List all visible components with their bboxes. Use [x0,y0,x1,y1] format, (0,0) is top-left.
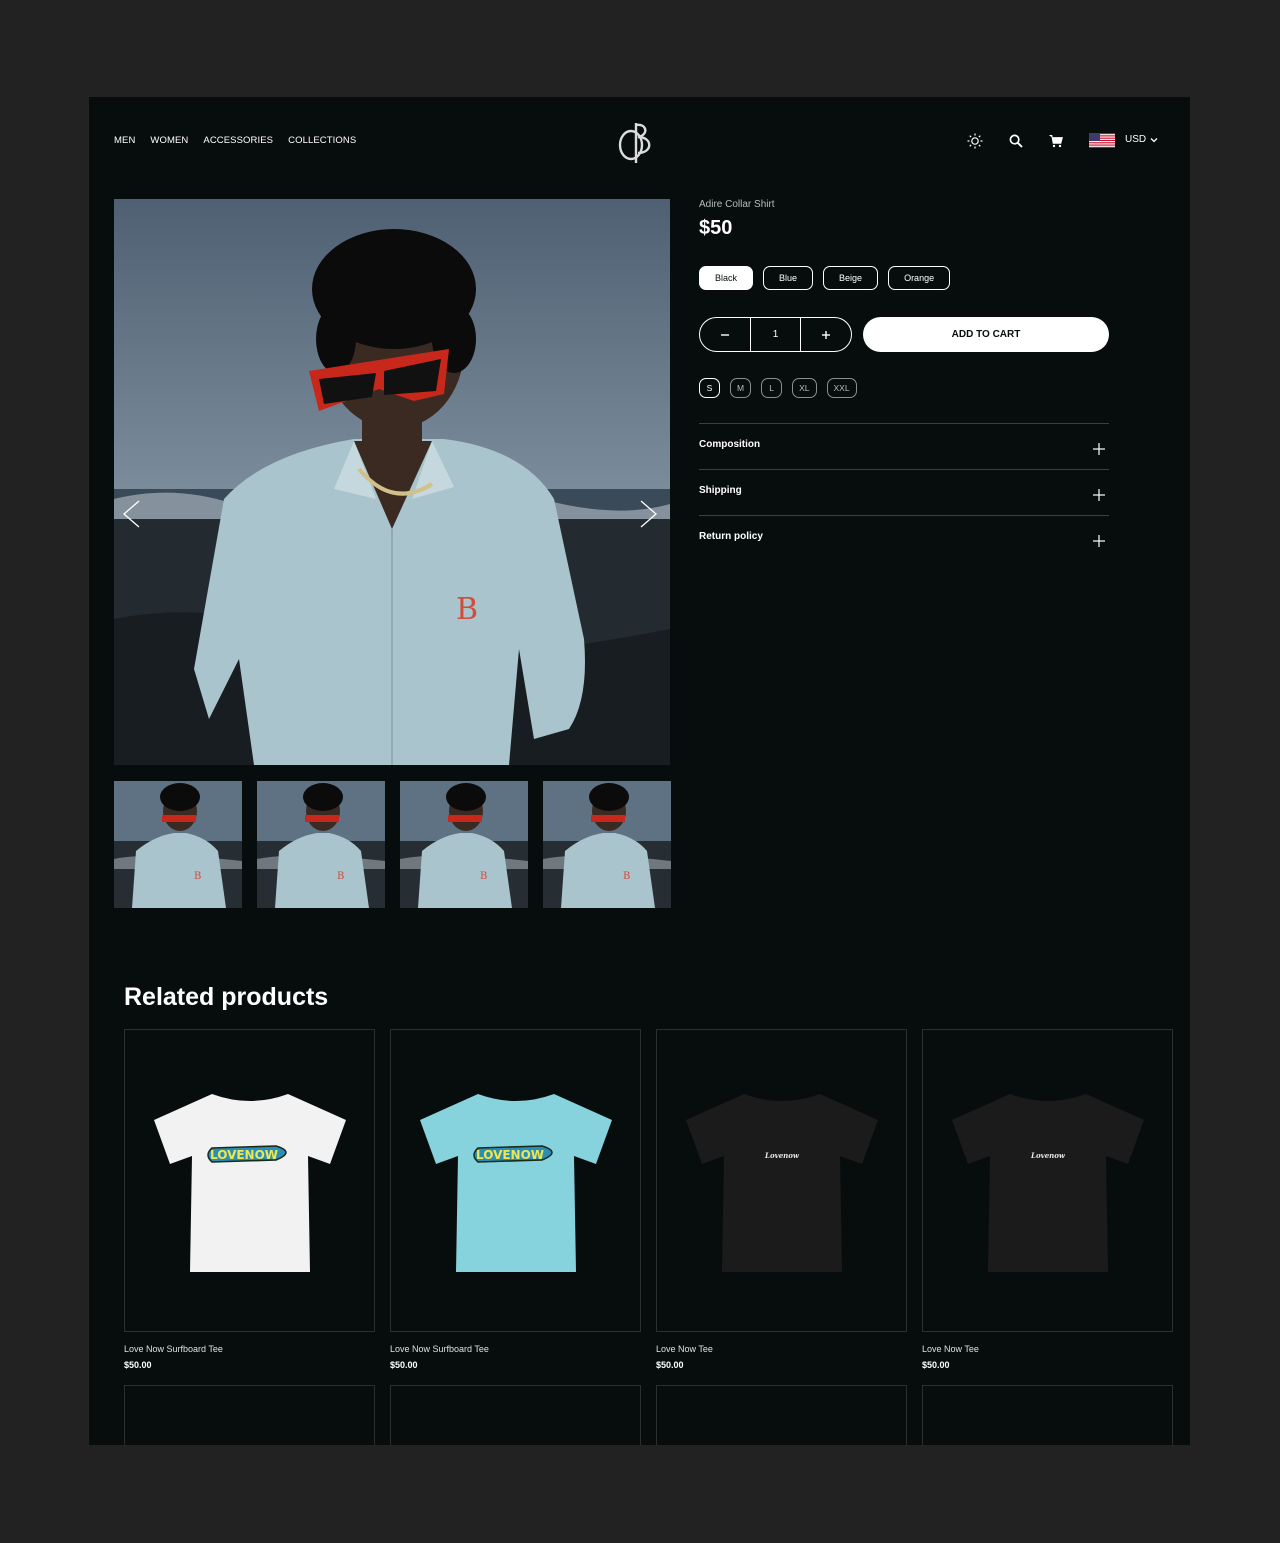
color-options: Black Blue Beige Orange [699,266,951,290]
plus-icon [822,330,831,339]
plus-icon [1093,534,1105,547]
gallery-thumbnail[interactable]: B [114,781,242,908]
product-card[interactable] [124,1385,375,1445]
gallery-thumbnail[interactable]: B [400,781,528,908]
svg-text:B: B [337,871,344,882]
tshirt-image: LOVENOW [153,1093,346,1272]
svg-text:Lovenow: Lovenow [1030,1151,1066,1160]
color-option-beige[interactable]: Beige [823,266,879,290]
accordion-composition[interactable]: Composition [699,423,1109,469]
quantity-stepper: 1 [699,317,852,352]
size-option-s[interactable]: S [699,378,720,398]
sun-icon [967,133,983,149]
brand-logo[interactable] [617,119,657,165]
product-card[interactable] [656,1385,907,1445]
related-products-grid: LOVENOW Love Now Surfboard Tee $50.00 LO… [124,1029,1173,1370]
color-option-black[interactable]: Black [699,266,754,290]
search-button[interactable] [1006,131,1026,151]
gallery-prev-arrow-icon[interactable] [120,499,142,529]
size-option-xxl[interactable]: XXL [826,378,857,398]
search-icon [1009,134,1023,148]
product-card-image: LOVENOW [390,1029,641,1332]
add-to-cart-button[interactable]: ADD TO CART [863,317,1109,352]
tshirt-image: Lovenow [951,1093,1144,1272]
product-card-name: Love Now Surfboard Tee [124,1344,223,1354]
page-frame: MEN WOMEN ACCESSORIES COLLECTIONS USD B … [89,97,1190,1445]
quantity-value[interactable]: 1 [749,318,802,351]
svg-text:B: B [456,592,478,627]
tshirt-image: LOVENOW [419,1093,612,1272]
accordion-shipping[interactable]: Shipping [699,469,1109,515]
nav-item-women[interactable]: WOMEN [150,135,188,146]
color-option-blue[interactable]: Blue [763,266,814,290]
svg-text:Lovenow: Lovenow [764,1151,800,1160]
accordion-return-policy[interactable]: Return policy [699,515,1109,561]
minus-icon [720,333,729,336]
theme-toggle-button[interactable] [965,131,985,151]
size-option-m[interactable]: M [730,378,752,398]
currency-label: USD [1125,134,1147,145]
tshirt-image: Lovenow [685,1093,878,1272]
svg-text:B: B [623,871,630,882]
product-card[interactable]: LOVENOW Love Now Surfboard Tee $50.00 [390,1029,641,1370]
chevron-down-icon [1150,137,1158,142]
product-card-name: Love Now Tee [656,1344,713,1354]
product-card-image: Lovenow [656,1029,907,1332]
currency-selector[interactable]: USD [1125,134,1158,145]
svg-text:B: B [194,871,201,882]
plus-icon [1093,488,1105,501]
accordion-label: Composition [699,439,761,450]
svg-text:B: B [480,871,487,882]
nav-item-collections[interactable]: COLLECTIONS [288,135,356,146]
cart-button[interactable] [1046,131,1066,151]
product-card-price: $50.00 [922,1360,950,1370]
gallery-thumbnail[interactable]: B [543,781,671,908]
product-card[interactable]: Lovenow Love Now Tee $50.00 [656,1029,907,1370]
us-flag-icon[interactable] [1089,133,1115,148]
gallery-next-arrow-icon[interactable] [638,499,660,529]
accordion-label: Shipping [699,485,742,496]
product-card-name: Love Now Surfboard Tee [390,1344,489,1354]
main-nav: MEN WOMEN ACCESSORIES COLLECTIONS [114,135,356,146]
size-option-xl[interactable]: XL [792,378,817,398]
product-details-accordion: Composition Shipping Return policy [699,423,1109,561]
increase-quantity-button[interactable] [801,318,851,351]
gallery-thumbnail[interactable]: B [257,781,385,908]
product-photo: B [114,199,670,765]
product-card[interactable]: Lovenow Love Now Tee $50.00 [922,1029,1173,1370]
product-card[interactable]: LOVENOW Love Now Surfboard Tee $50.00 [124,1029,375,1370]
product-card-image: LOVENOW [124,1029,375,1332]
accordion-label: Return policy [699,531,763,542]
gallery-thumbnails: B B B B [114,781,671,908]
product-price: $50 [699,217,733,239]
product-card-image: Lovenow [922,1029,1173,1332]
size-option-l[interactable]: L [761,378,783,398]
product-card-price: $50.00 [390,1360,418,1370]
cart-icon [1049,135,1063,148]
decrease-quantity-button[interactable] [700,318,750,351]
svg-text:LOVENOW: LOVENOW [209,1148,277,1162]
product-card[interactable] [922,1385,1173,1445]
size-options: S M L XL XXL [699,378,857,398]
svg-text:LOVENOW: LOVENOW [475,1148,543,1162]
product-name: Adire Collar Shirt [699,199,775,210]
product-card-name: Love Now Tee [922,1344,979,1354]
related-products-grid-row-2 [124,1385,1173,1445]
color-option-orange[interactable]: Orange [888,266,951,290]
nav-item-accessories[interactable]: ACCESSORIES [203,135,273,146]
product-card[interactable] [390,1385,641,1445]
product-main-image: B [114,199,670,765]
related-products-heading: Related products [124,983,329,1011]
product-card-price: $50.00 [656,1360,684,1370]
plus-icon [1093,442,1105,455]
nav-item-men[interactable]: MEN [114,135,135,146]
product-card-price: $50.00 [124,1360,152,1370]
